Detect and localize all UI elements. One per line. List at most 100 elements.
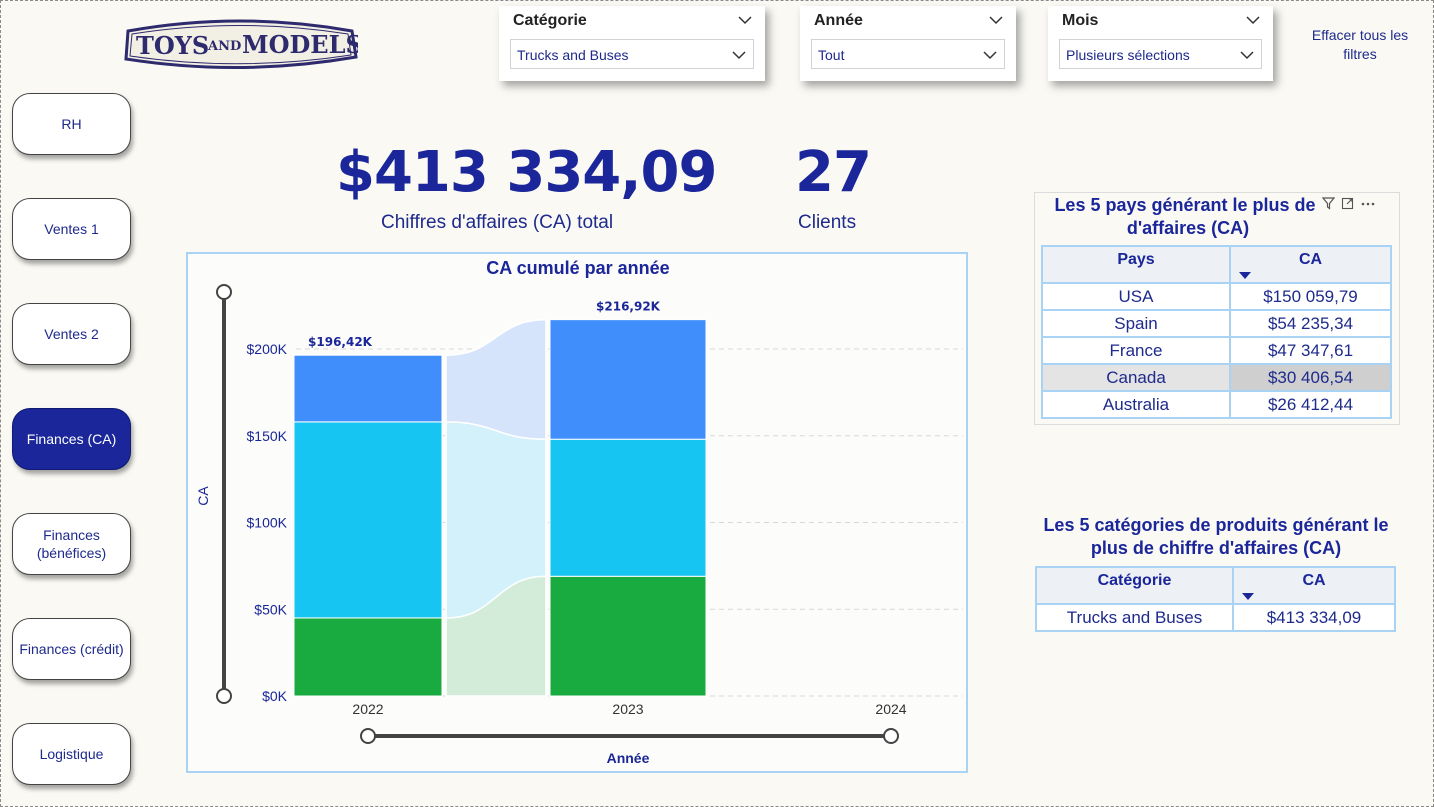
column-header-pays[interactable]: Pays [1041,245,1231,284]
chart-y-axis-label: CA [195,486,211,506]
kpi-revenue-label: Chiffres d'affaires (CA) total [381,212,614,233]
logo-text-models: MODELS [242,30,358,59]
total-data-label: $196,42K [308,335,373,349]
slicer-title: Mois [1062,12,1099,29]
chevron-down-icon [732,51,746,60]
title-line: Les 5 pays générant le plus de [1054,195,1316,215]
chevron-down-icon [983,51,997,60]
slicer-dropdown[interactable]: Plusieurs sélections [1059,39,1262,69]
chevron-down-icon[interactable] [988,14,1004,26]
nav-button-finances-ca[interactable]: Finances (CA) [12,408,131,470]
table-row-highlighted[interactable]: Canada $30 406,54 [1041,363,1392,392]
cell-pays: Spain [1041,309,1231,338]
y-zoom-slider-handle-bottom[interactable] [216,688,232,704]
slicer-title: Catégorie [513,12,587,29]
title-line: plus de chiffre d'affaires (CA) [1090,538,1342,558]
y-zoom-slider-handle-top[interactable] [216,284,232,300]
nav-button-ventes-2[interactable]: Ventes 2 [12,303,131,365]
nav-button-label: Finances (CA) [26,431,117,447]
nav-button-rh[interactable]: RH [12,93,131,155]
title-line: Les 5 catégories de produits générant le [1043,515,1389,535]
nav-button-label: Ventes 1 [44,221,99,237]
logo-text-and: AND [207,39,241,54]
kpi-clients-value: 27 [795,140,872,205]
sort-descending-icon [1239,272,1251,279]
cell-ca: $150 059,79 [1229,282,1392,311]
nav-button-finances-benefices[interactable]: Finances (bénéfices) [12,513,131,575]
focus-mode-icon[interactable] [1341,197,1354,214]
nav-button-label: Ventes 2 [44,326,99,342]
slicer-dropdown[interactable]: Trucks and Buses [510,39,754,69]
x-zoom-slider-handle-left[interactable] [360,728,376,744]
table-row[interactable]: Spain $54 235,34 [1041,309,1392,338]
table-row[interactable]: France $47 347,61 [1041,336,1392,365]
cell-pays: France [1041,336,1231,365]
cell-ca: $413 334,09 [1232,603,1396,632]
column-header-label: CA [1302,572,1326,589]
cell-pays: USA [1041,282,1231,311]
nav-button-ventes-1[interactable]: Ventes 1 [12,198,131,260]
nav-button-label: Finances (crédit) [19,641,124,657]
filter-icon[interactable] [1321,196,1336,214]
slicer-categorie: Catégorie Trucks and Buses [499,6,765,81]
cell-pays: Australia [1041,390,1231,419]
column-header-ca[interactable]: CA [1232,566,1396,605]
chevron-down-icon [1240,51,1254,60]
table-row[interactable]: Australia $26 412,44 [1041,390,1392,419]
kpi-revenue-value: $413 334,09 [336,140,717,205]
top-categories-title: Les 5 catégories de produits générant le… [1028,514,1404,560]
x-tick-label: 2022 [352,701,383,717]
nav-button-label: Finances (bénéfices) [36,527,107,561]
table-row[interactable]: Trucks and Buses $413 334,09 [1035,603,1396,632]
column-header-label: CA [1298,251,1323,268]
chart-x-axis-label: Année [607,750,650,766]
column-header-ca[interactable]: CA [1229,245,1392,284]
x-tick-label: 2024 [875,701,906,717]
ribbon-segment [445,318,547,440]
slicer-value: Tout [818,47,845,63]
nav-button-label: Logistique [39,746,104,762]
bar-segment [549,438,707,577]
title-line: d'affaires (CA) [1126,218,1250,238]
clear-all-filters-button[interactable]: Effacer tous les filtres [1302,26,1418,64]
slicer-value: Trucks and Buses [517,47,629,63]
sort-descending-icon [1242,593,1254,600]
cell-ca: $47 347,61 [1229,336,1392,365]
nav-button-label: RH [61,116,82,132]
x-zoom-slider-handle-right[interactable] [883,728,899,744]
table-row[interactable]: USA $150 059,79 [1041,282,1392,311]
y-tick-label: $0K [262,688,288,704]
more-options-icon[interactable] [1360,197,1376,214]
top-countries-title: Les 5 pays générant le plus de d'affaire… [1040,194,1330,240]
visual-header [1321,196,1398,214]
cell-ca: $26 412,44 [1229,390,1392,419]
chart-svg: CA cumulé par année CA Année $0K $50K $100… [195,258,963,766]
slicer-dropdown[interactable]: Tout [811,39,1005,69]
slicer-value: Plusieurs sélections [1066,47,1190,63]
y-tick-label: $50K [254,601,287,617]
bar-segment [549,319,707,440]
chevron-down-icon[interactable] [737,14,753,26]
revenue-by-year-chart: CA cumulé par année CA Année $0K $50K $100… [186,252,968,773]
total-data-label: $216,92K [596,300,661,314]
top-countries-table: Pays CA USA $150 059,79 Spain $54 235,34 F… [1041,245,1392,419]
nav-button-finances-credit[interactable]: Finances (crédit) [12,618,131,680]
nav-button-logistique[interactable]: Logistique [12,723,131,785]
cell-pays: Canada [1041,363,1231,392]
cell-ca: $30 406,54 [1229,363,1392,392]
bar-segment [293,421,443,619]
cell-categorie: Trucks and Buses [1035,603,1234,632]
x-tick-label: 2023 [612,701,643,717]
toys-and-models-logo: TOYS AND MODELS [124,19,358,69]
cell-ca: $54 235,34 [1229,309,1392,338]
y-tick-label: $200K [247,341,288,357]
top-categories-table: Catégorie CA Trucks and Buses $413 334,09 [1035,566,1396,632]
chevron-down-icon[interactable] [1245,14,1261,26]
logo-text-toys: TOYS [136,31,209,60]
kpi-clients-label: Clients [798,212,857,233]
slicer-title: Année [814,12,863,29]
y-tick-label: $100K [247,515,288,531]
chart-title: CA cumulé par année [486,258,669,278]
bar-segment [293,617,443,697]
column-header-categorie[interactable]: Catégorie [1035,566,1234,605]
